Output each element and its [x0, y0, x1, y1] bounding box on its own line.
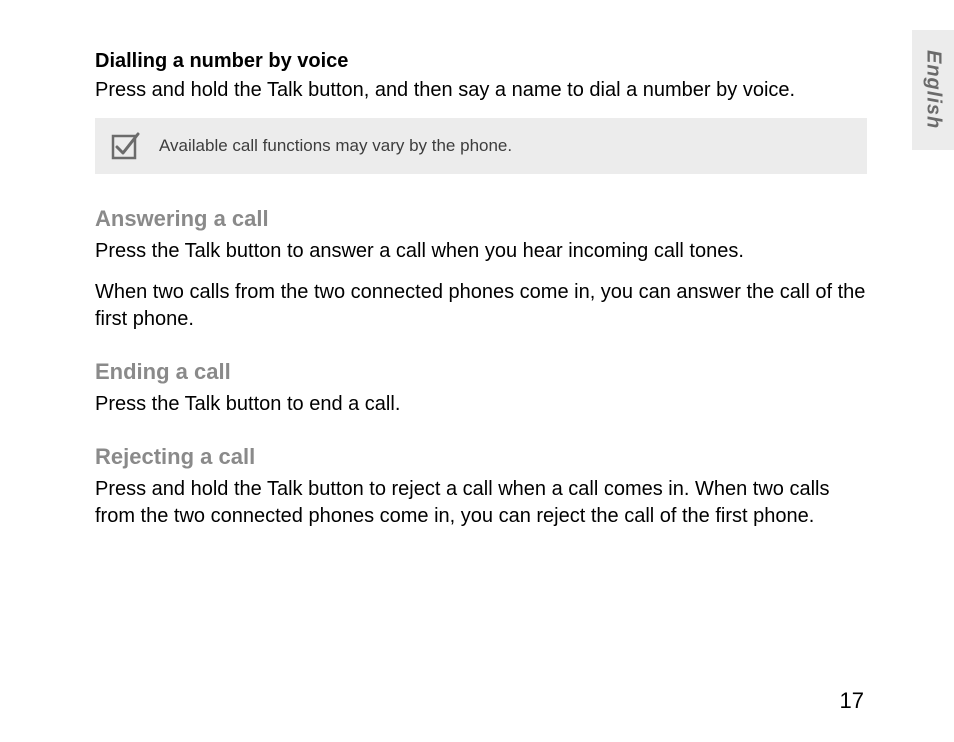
checkmark-box-icon — [111, 132, 141, 160]
document-page: English Dialling a number by voice Press… — [0, 0, 954, 742]
language-tab: English — [912, 30, 954, 150]
section-answering: Answering a call Press the Talk button t… — [95, 206, 867, 333]
section-body: Press and hold the Talk button to reject… — [95, 476, 867, 530]
language-label: English — [922, 50, 945, 129]
page-content: Dialling a number by voice Press and hol… — [95, 50, 867, 530]
section-title: Ending a call — [95, 359, 867, 385]
section-body: Press the Talk button to end a call. — [95, 391, 867, 418]
note-box: Available call functions may vary by the… — [95, 118, 867, 174]
section-body: Press the Talk button to answer a call w… — [95, 238, 867, 265]
section-title: Rejecting a call — [95, 444, 867, 470]
section-body: Press and hold the Talk button, and then… — [95, 77, 867, 104]
section-body: When two calls from the two connected ph… — [95, 279, 867, 333]
section-dial-by-voice: Dialling a number by voice Press and hol… — [95, 50, 867, 174]
section-rejecting: Rejecting a call Press and hold the Talk… — [95, 444, 867, 530]
section-title: Dialling a number by voice — [95, 50, 867, 73]
note-text: Available call functions may vary by the… — [159, 136, 512, 156]
section-ending: Ending a call Press the Talk button to e… — [95, 359, 867, 418]
page-number: 17 — [840, 688, 864, 714]
section-title: Answering a call — [95, 206, 867, 232]
